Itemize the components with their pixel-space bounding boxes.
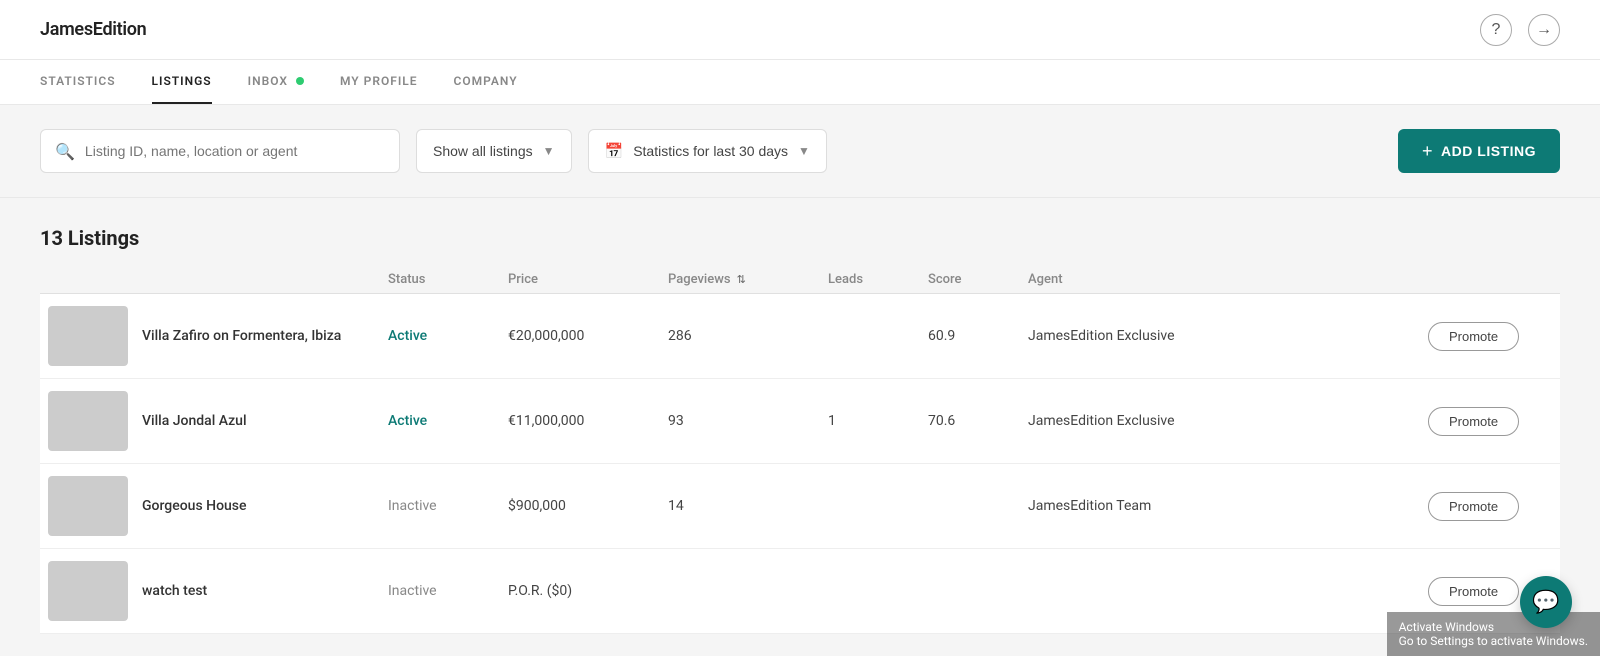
nav-label-listings: LISTINGS: [152, 74, 212, 88]
add-listing-button[interactable]: + ADD LISTING: [1398, 129, 1560, 173]
listing-agent-2: JamesEdition Team: [1020, 498, 1420, 514]
statistics-label: Statistics for last 30 days: [633, 143, 788, 159]
listing-pageviews-2: 14: [660, 498, 820, 514]
listing-agent-0: JamesEdition Exclusive: [1020, 328, 1420, 344]
nav-item-inbox[interactable]: INBOX: [248, 60, 304, 104]
listings-table: Status Price Pageviews ⇅ Leads Score Age…: [40, 266, 1560, 634]
nav-item-listings[interactable]: LISTINGS: [152, 60, 212, 104]
chat-icon: 💬: [1532, 590, 1559, 615]
add-listing-label: ADD LISTING: [1441, 143, 1536, 159]
listing-thumbnail-3: [48, 561, 128, 621]
listing-thumbnail-2: [48, 476, 128, 536]
table-header: Status Price Pageviews ⇅ Leads Score Age…: [40, 266, 1560, 294]
listing-leads-1: 1: [820, 413, 920, 429]
toolbar: 🔍 Show all listings ▼ 📅 Statistics for l…: [0, 105, 1600, 198]
listing-score-1: 70.6: [920, 413, 1020, 429]
listing-rows: Villa Zafiro on Formentera, Ibiza Active…: [40, 294, 1560, 634]
nav-label-inbox: INBOX: [248, 74, 288, 88]
plus-icon: +: [1422, 141, 1433, 162]
main-nav: STATISTICS LISTINGS INBOX MY PROFILE COM…: [0, 60, 1600, 105]
promote-button-1[interactable]: Promote: [1428, 407, 1519, 436]
listing-status-0: Active: [380, 328, 500, 344]
statistics-period-dropdown[interactable]: 📅 Statistics for last 30 days ▼: [588, 129, 827, 173]
promote-button-0[interactable]: Promote: [1428, 322, 1519, 351]
activation-line2: Go to Settings to activate Windows.: [1399, 634, 1588, 648]
nav-item-statistics[interactable]: STATISTICS: [40, 60, 116, 104]
table-row: watch test Inactive P.O.R. ($0) Promote: [40, 549, 1560, 634]
nav-label-company: COMPANY: [454, 74, 518, 88]
show-listings-label: Show all listings: [433, 143, 533, 159]
nav-label-my-profile: MY PROFILE: [340, 74, 418, 88]
listing-actions-0: Promote: [1420, 322, 1560, 351]
calendar-icon: 📅: [605, 142, 624, 160]
th-price: Price: [500, 272, 660, 287]
listing-price-1: €11,000,000: [500, 413, 660, 429]
listing-actions-1: Promote: [1420, 407, 1560, 436]
listing-info-0: Villa Zafiro on Formentera, Ibiza: [40, 306, 380, 366]
listing-name-3: watch test: [142, 583, 207, 599]
help-button[interactable]: ?: [1480, 14, 1512, 46]
promote-button-2[interactable]: Promote: [1428, 492, 1519, 521]
search-box: 🔍: [40, 129, 400, 173]
listing-agent-1: JamesEdition Exclusive: [1020, 413, 1420, 429]
listings-count: 13 Listings: [40, 226, 1560, 250]
table-row: Villa Jondal Azul Active €11,000,000 93 …: [40, 379, 1560, 464]
logout-icon: →: [1536, 21, 1552, 39]
inbox-badge: [296, 77, 304, 85]
listing-pageviews-1: 93: [660, 413, 820, 429]
listing-status-1: Active: [380, 413, 500, 429]
show-listings-dropdown[interactable]: Show all listings ▼: [416, 129, 572, 173]
listing-price-2: $900,000: [500, 498, 660, 514]
listing-thumbnail-0: [48, 306, 128, 366]
listing-score-0: 60.9: [920, 328, 1020, 344]
listing-thumbnail-1: [48, 391, 128, 451]
table-row: Villa Zafiro on Formentera, Ibiza Active…: [40, 294, 1560, 379]
chevron-down-icon: ▼: [543, 144, 555, 158]
table-row: Gorgeous House Inactive $900,000 14 Jame…: [40, 464, 1560, 549]
listing-pageviews-0: 286: [660, 328, 820, 344]
nav-label-statistics: STATISTICS: [40, 74, 116, 88]
th-score: Score: [920, 272, 1020, 287]
help-icon: ?: [1492, 21, 1501, 39]
nav-item-company[interactable]: COMPANY: [454, 60, 518, 104]
sort-icon: ⇅: [737, 273, 746, 286]
listing-price-3: P.O.R. ($0): [500, 583, 660, 599]
listing-status-2: Inactive: [380, 498, 500, 514]
listing-name-2: Gorgeous House: [142, 498, 247, 514]
top-bar: JamesEdition ? →: [0, 0, 1600, 60]
top-bar-actions: ? →: [1480, 14, 1560, 46]
chat-bubble[interactable]: 💬: [1520, 576, 1572, 628]
listing-name-1: Villa Jondal Azul: [142, 413, 247, 429]
th-leads: Leads: [820, 272, 920, 287]
listing-info-3: watch test: [40, 561, 380, 621]
chevron-down-icon-2: ▼: [798, 144, 810, 158]
search-icon: 🔍: [55, 142, 75, 161]
listing-status-3: Inactive: [380, 583, 500, 599]
content-area: 13 Listings Status Price Pageviews ⇅ Lea…: [0, 198, 1600, 634]
nav-item-my-profile[interactable]: MY PROFILE: [340, 60, 418, 104]
listing-actions-2: Promote: [1420, 492, 1560, 521]
logo: JamesEdition: [40, 19, 146, 40]
search-input[interactable]: [85, 143, 385, 159]
listing-name-0: Villa Zafiro on Formentera, Ibiza: [142, 328, 341, 344]
th-status: Status: [380, 272, 500, 287]
listing-info-2: Gorgeous House: [40, 476, 380, 536]
th-pageviews[interactable]: Pageviews ⇅: [660, 272, 820, 287]
logout-button[interactable]: →: [1528, 14, 1560, 46]
listing-price-0: €20,000,000: [500, 328, 660, 344]
listing-info-1: Villa Jondal Azul: [40, 391, 380, 451]
th-agent: Agent: [1020, 272, 1420, 287]
promote-button-3[interactable]: Promote: [1428, 577, 1519, 606]
